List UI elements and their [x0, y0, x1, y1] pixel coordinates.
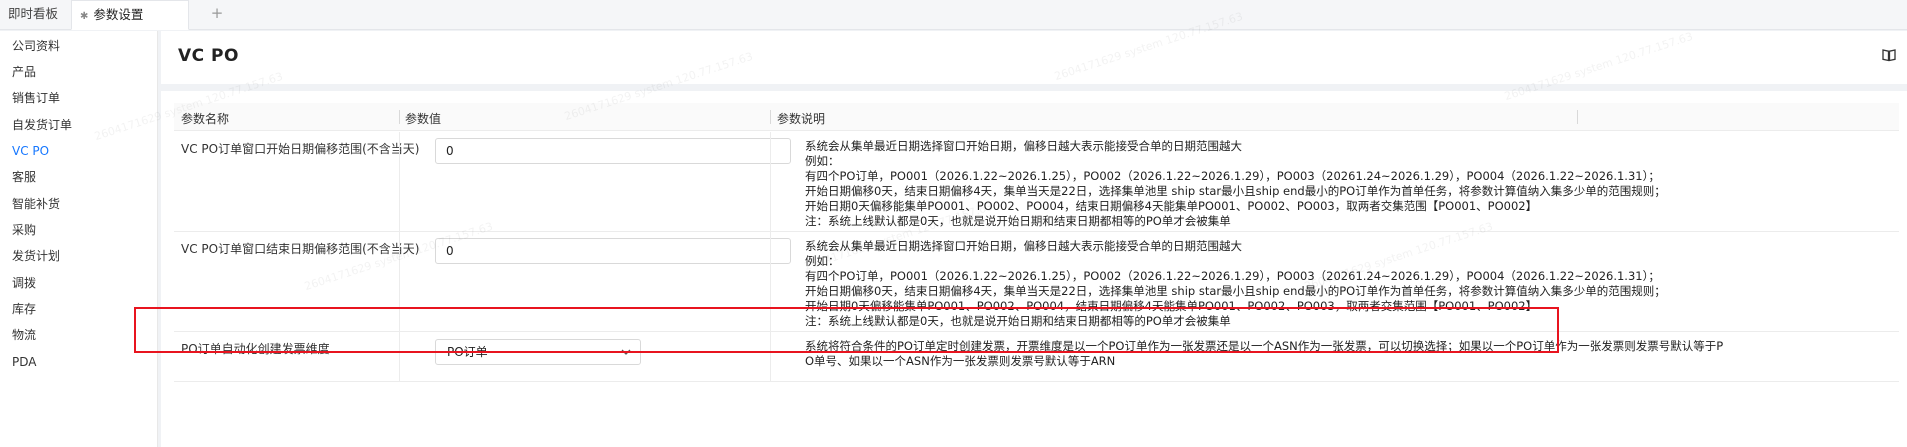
param-name: VC PO订单窗口结束日期偏移范围(不含当天) [181, 242, 420, 256]
sidebar-item-pda[interactable]: PDA [0, 350, 158, 374]
page-title: VC PO [178, 46, 239, 66]
description-line: 有四个PO订单，PO001（2026.1.22~2026.1.25），PO002… [805, 269, 1660, 283]
pin-icon[interactable]: ✱ [80, 11, 88, 22]
description-line: 开始日期偏移0天，结束日期偏移4天，集单当天是22日，选择集单池里 ship s… [805, 284, 1666, 298]
table-header: 参数名称 参数值 参数说明 [174, 103, 1899, 131]
param-name: VC PO订单窗口开始日期偏移范围(不含当天) [181, 142, 420, 156]
sidebar-item-vc-po[interactable]: VC PO [0, 139, 158, 163]
tab-parameter-settings[interactable]: ✱ 参数设置 [71, 0, 189, 30]
description-line: 注：系统上线默认都是0天，也就是说开始日期和结束日期都相等的PO单才会被集单 [805, 214, 1231, 228]
tab-dashboard[interactable]: 即时看板 [0, 0, 68, 30]
table-row: VC PO订单窗口开始日期偏移范围(不含当天) 0 系统会从集单最近日期选择窗口… [174, 132, 1899, 232]
column-divider[interactable] [1577, 110, 1578, 124]
description-line: 开始日期偏移0天，结束日期偏移4天，集单当天是22日，选择集单池里 ship s… [805, 184, 1666, 198]
column-divider[interactable] [770, 110, 771, 124]
description-line: 系统会从集单最近日期选择窗口开始日期，偏移日越大表示能接受合单的日期范围越大 [805, 139, 1242, 153]
sidebar-item-company-info[interactable]: 公司资料 [0, 34, 158, 58]
end-offset-input[interactable]: 0 [435, 238, 791, 264]
sidebar-item-smart-replenish[interactable]: 智能补货 [0, 192, 158, 216]
book-icon[interactable] [1881, 47, 1897, 63]
description-line: O单号、如果以一个ASN作为一张发票则发票号默认等于ARN [805, 354, 1116, 368]
sidebar-item-customer-service[interactable]: 客服 [0, 165, 158, 189]
sidebar: 公司资料 产品 销售订单 自发货订单 VC PO 客服 智能补货 采购 发货计划… [0, 31, 158, 447]
description-line: 有四个PO订单，PO001（2026.1.22~2026.1.25），PO002… [805, 169, 1660, 183]
param-description: 系统会从集单最近日期选择窗口开始日期，偏移日越大表示能接受合单的日期范围越大 例… [805, 139, 1895, 229]
sidebar-item-purchase[interactable]: 采购 [0, 218, 158, 242]
column-header-value: 参数值 [405, 112, 442, 126]
sidebar-item-sales-order[interactable]: 销售订单 [0, 86, 158, 110]
row-divider [770, 132, 771, 231]
sidebar-item-shipping-plan[interactable]: 发货计划 [0, 244, 158, 268]
sidebar-item-product[interactable]: 产品 [0, 60, 158, 84]
description-line: 例如： [805, 154, 840, 168]
parameter-panel: 参数名称 参数值 参数说明 VC PO订单窗口开始日期偏移范围(不含当天) 0 … [161, 91, 1907, 447]
tab-label: 参数设置 [93, 7, 144, 22]
column-divider[interactable] [399, 110, 400, 124]
add-tab-button[interactable]: + [205, 0, 229, 30]
description-line: 开始日期0天偏移能集单PO001、PO002、PO004，结束日期偏移4天能集单… [805, 199, 1538, 213]
column-header-description: 参数说明 [777, 112, 826, 126]
description-line: 系统会从集单最近日期选择窗口开始日期，偏移日越大表示能接受合单的日期范围越大 [805, 239, 1242, 253]
description-line: 例如： [805, 254, 840, 268]
row-divider [399, 132, 400, 231]
start-offset-input[interactable]: 0 [435, 138, 791, 164]
page-header: VC PO [161, 31, 1907, 84]
sidebar-item-transfer[interactable]: 调拨 [0, 271, 158, 295]
column-header-name: 参数名称 [181, 112, 230, 126]
tab-bar: 即时看板 ✱ 参数设置 + [0, 0, 1907, 30]
sidebar-item-self-ship-order[interactable]: 自发货订单 [0, 113, 158, 137]
highlight-box [134, 307, 1559, 353]
